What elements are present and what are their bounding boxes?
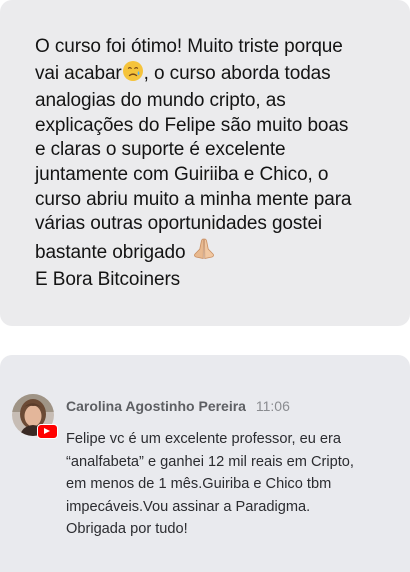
comment-text: Felipe vc é um excelente professor, eu e… <box>66 428 354 541</box>
text-line: Felipe vc é um excelente professor, eu e… <box>66 431 341 447</box>
text-line: bastante obrigado <box>35 237 394 269</box>
text-line: “analfabeta” e ganhei 12 mil reais em Cr… <box>66 453 354 470</box>
text-line: impecáveis.Vou assinar a Paradigma. <box>66 498 311 515</box>
text-line: Obrigada por tudo! <box>66 521 188 537</box>
text-line: vai acabar , o curso aborda todas <box>35 60 394 90</box>
comment-card: Carolina Agostinho Pereira 11:06 Felipe … <box>0 355 410 572</box>
text-line: analogias do mundo cripto, as <box>35 90 286 112</box>
text-fragment: , o curso aborda todas <box>143 62 331 84</box>
text-line: O curso foi ótimo! Muito triste porque <box>35 36 343 57</box>
folded-hands-icon <box>191 237 217 269</box>
text-line: em menos de 1 mês.Guiriba e Chico tbm <box>66 476 332 492</box>
author-name[interactable]: Carolina Agostinho Pereira <box>66 398 246 414</box>
text-fragment: bastante obrigado <box>35 241 186 263</box>
text-line: curso abriu muito a minha mente para <box>35 188 352 210</box>
timestamp: 11:06 <box>255 398 290 414</box>
text-fragment: vai acabar <box>35 62 122 84</box>
text-line: E Bora Bitcoiners <box>35 269 181 291</box>
comment-header: Carolina Agostinho Pereira 11:06 <box>66 398 290 414</box>
text-line: várias outras oportunidades gostei <box>35 213 323 235</box>
testimonial-text: O curso foi ótimo! Muito triste porque v… <box>35 35 394 293</box>
text-line: juntamente com Guiriiba e Chico, o <box>35 163 329 185</box>
crying-face-icon <box>122 60 144 90</box>
text-line: explicações do Felipe são muito boas <box>35 114 349 136</box>
youtube-icon <box>37 424 58 439</box>
text-line: e claras o suporte é excelente <box>35 139 286 161</box>
testimonial-card: O curso foi ótimo! Muito triste porque v… <box>0 0 410 326</box>
